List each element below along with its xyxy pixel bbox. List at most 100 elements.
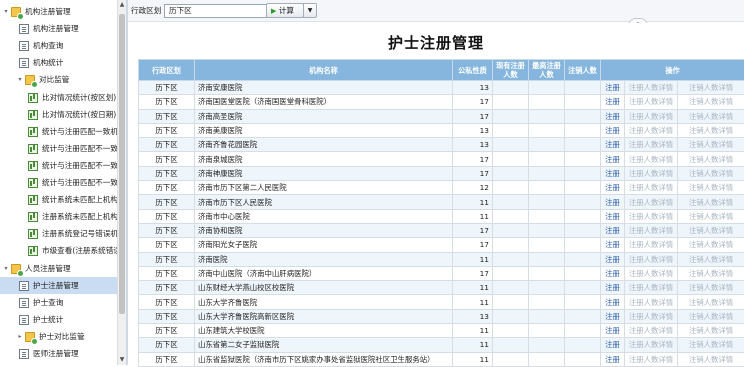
register-link[interactable]: 注册 (601, 123, 625, 137)
scroll-down-arrow-icon[interactable]: ▼ (118, 355, 126, 365)
registered-detail-link[interactable]: 注册人数详情 (625, 81, 678, 95)
sidebar-item[interactable]: 机构查询 (0, 37, 117, 54)
register-link[interactable]: 注册 (601, 238, 625, 252)
sidebar-item[interactable]: 医师注册管理 (0, 345, 117, 362)
sidebar-item-label: 医师注册管理 (33, 345, 79, 362)
register-link[interactable]: 注册 (601, 152, 625, 166)
sidebar-item[interactable]: 统计与注册匹配一致机 (0, 123, 117, 140)
cancelled-detail-link[interactable]: 注销人数详情 (678, 123, 744, 137)
registered-detail-link[interactable]: 注册人数详情 (625, 195, 678, 209)
cancelled-detail-link[interactable]: 注销人数详情 (678, 109, 744, 123)
register-link[interactable]: 注册 (601, 209, 625, 223)
register-link[interactable]: 注册 (601, 352, 625, 366)
register-link[interactable]: 注册 (601, 181, 625, 195)
cancelled-detail-link[interactable]: 注销人数详情 (678, 266, 744, 280)
sidebar-scrollbar[interactable]: ▲ ▼ (117, 0, 126, 365)
cancelled-detail-link[interactable]: 注销人数详情 (678, 352, 744, 366)
sidebar-item[interactable]: 统计系统未匹配上机构 (0, 191, 117, 208)
register-link[interactable]: 注册 (601, 309, 625, 323)
collapsed-toggle-icon[interactable]: ▸ (16, 328, 24, 345)
table-row: 历下区济南市历下区第二人民医院12注册注册人数详情注销人数详情 (139, 181, 744, 195)
cancelled-detail-link[interactable]: 注销人数详情 (678, 195, 744, 209)
register-link[interactable]: 注册 (601, 338, 625, 352)
sidebar-item[interactable]: 护士查询 (0, 294, 117, 311)
calculate-menu-dropdown[interactable]: ▼ (303, 3, 317, 18)
cancelled-detail-link[interactable]: 注销人数详情 (678, 181, 744, 195)
register-link[interactable]: 注册 (601, 295, 625, 309)
expand-toggle-icon[interactable]: ▾ (2, 3, 10, 20)
sidebar-item[interactable]: 护士统计 (0, 311, 117, 328)
register-link[interactable]: 注册 (601, 166, 625, 180)
cancelled-detail-link[interactable]: 注销人数详情 (678, 309, 744, 323)
register-link[interactable]: 注册 (601, 281, 625, 295)
registered-detail-link[interactable]: 注册人数详情 (625, 295, 678, 309)
sidebar-item[interactable]: 机构统计 (0, 54, 117, 71)
calculate-button-label: 计算 (279, 6, 294, 15)
sidebar-item[interactable]: 统计与注册匹配不一致 (0, 140, 117, 157)
registered-detail-link[interactable]: 注册人数详情 (625, 324, 678, 338)
cancelled-detail-link[interactable]: 注销人数详情 (678, 209, 744, 223)
cell-nature: 17 (453, 152, 493, 166)
sidebar-item[interactable]: 统计与注册匹配不一致 (0, 174, 117, 191)
cell-district: 历下区 (139, 166, 195, 180)
sidebar-item[interactable]: 注册系统登记号错误机 (0, 225, 117, 242)
cancelled-detail-link[interactable]: 注销人数详情 (678, 166, 744, 180)
column-cancel-count: 注销人数 (565, 60, 601, 81)
registered-detail-link[interactable]: 注册人数详情 (625, 338, 678, 352)
sidebar-item[interactable]: 比对情况统计(按区划) (0, 89, 117, 106)
cancelled-detail-link[interactable]: 注销人数详情 (678, 281, 744, 295)
registered-detail-link[interactable]: 注册人数详情 (625, 238, 678, 252)
cancelled-detail-link[interactable]: 注销人数详情 (678, 324, 744, 338)
registered-detail-link[interactable]: 注册人数详情 (625, 209, 678, 223)
register-link[interactable]: 注册 (601, 266, 625, 280)
registered-detail-link[interactable]: 注册人数详情 (625, 309, 678, 323)
registered-detail-link[interactable]: 注册人数详情 (625, 223, 678, 237)
cancelled-detail-link[interactable]: 注销人数详情 (678, 152, 744, 166)
register-link[interactable]: 注册 (601, 95, 625, 109)
register-link[interactable]: 注册 (601, 109, 625, 123)
register-link[interactable]: 注册 (601, 81, 625, 95)
registered-detail-link[interactable]: 注册人数详情 (625, 95, 678, 109)
sidebar-item[interactable]: ▾对比监管 (0, 71, 117, 88)
sidebar-item[interactable]: 注册系统未匹配上机构 (0, 208, 117, 225)
registered-detail-link[interactable]: 注册人数详情 (625, 152, 678, 166)
cell-max-count (529, 209, 565, 223)
sidebar-scroll-thumb[interactable] (119, 14, 125, 314)
registered-detail-link[interactable]: 注册人数详情 (625, 252, 678, 266)
sidebar-item[interactable]: 比对情况统计(按日期) (0, 106, 117, 123)
sidebar-item[interactable]: ▾机构注册管理 (0, 3, 117, 20)
registered-detail-link[interactable]: 注册人数详情 (625, 352, 678, 366)
register-link[interactable]: 注册 (601, 324, 625, 338)
sidebar-item[interactable]: 市级查看(注册系统错误 (0, 242, 117, 259)
cancelled-detail-link[interactable]: 注销人数详情 (678, 81, 744, 95)
cancelled-detail-link[interactable]: 注销人数详情 (678, 138, 744, 152)
registered-detail-link[interactable]: 注册人数详情 (625, 123, 678, 137)
cancelled-detail-link[interactable]: 注销人数详情 (678, 95, 744, 109)
scroll-up-arrow-icon[interactable]: ▲ (118, 0, 126, 10)
registered-detail-link[interactable]: 注册人数详情 (625, 181, 678, 195)
sidebar-item[interactable]: ▾人员注册管理 (0, 260, 117, 277)
cancelled-detail-link[interactable]: 注销人数详情 (678, 223, 744, 237)
sidebar-item[interactable]: 统计与注册匹配不一致 (0, 157, 117, 174)
register-link[interactable]: 注册 (601, 223, 625, 237)
registered-detail-link[interactable]: 注册人数详情 (625, 266, 678, 280)
register-link[interactable]: 注册 (601, 195, 625, 209)
register-link[interactable]: 注册 (601, 252, 625, 266)
sidebar-item[interactable]: ▸护士对比监管 (0, 328, 117, 345)
calculate-button[interactable]: ▶ 计算 (266, 3, 304, 18)
table-row: 历下区济南医院11注册注册人数详情注销人数详情 (139, 252, 744, 266)
sidebar-item[interactable]: 护士注册管理 (0, 277, 117, 294)
sidebar-item[interactable]: 机构注册管理 (0, 20, 117, 37)
cancelled-detail-link[interactable]: 注销人数详情 (678, 252, 744, 266)
cancelled-detail-link[interactable]: 注销人数详情 (678, 295, 744, 309)
registered-detail-link[interactable]: 注册人数详情 (625, 109, 678, 123)
cell-max-count (529, 295, 565, 309)
registered-detail-link[interactable]: 注册人数详情 (625, 138, 678, 152)
cancelled-detail-link[interactable]: 注销人数详情 (678, 238, 744, 252)
register-link[interactable]: 注册 (601, 138, 625, 152)
expand-toggle-icon[interactable]: ▾ (2, 260, 10, 277)
cancelled-detail-link[interactable]: 注销人数详情 (678, 338, 744, 352)
expand-toggle-icon[interactable]: ▾ (16, 71, 24, 88)
registered-detail-link[interactable]: 注册人数详情 (625, 281, 678, 295)
registered-detail-link[interactable]: 注册人数详情 (625, 166, 678, 180)
